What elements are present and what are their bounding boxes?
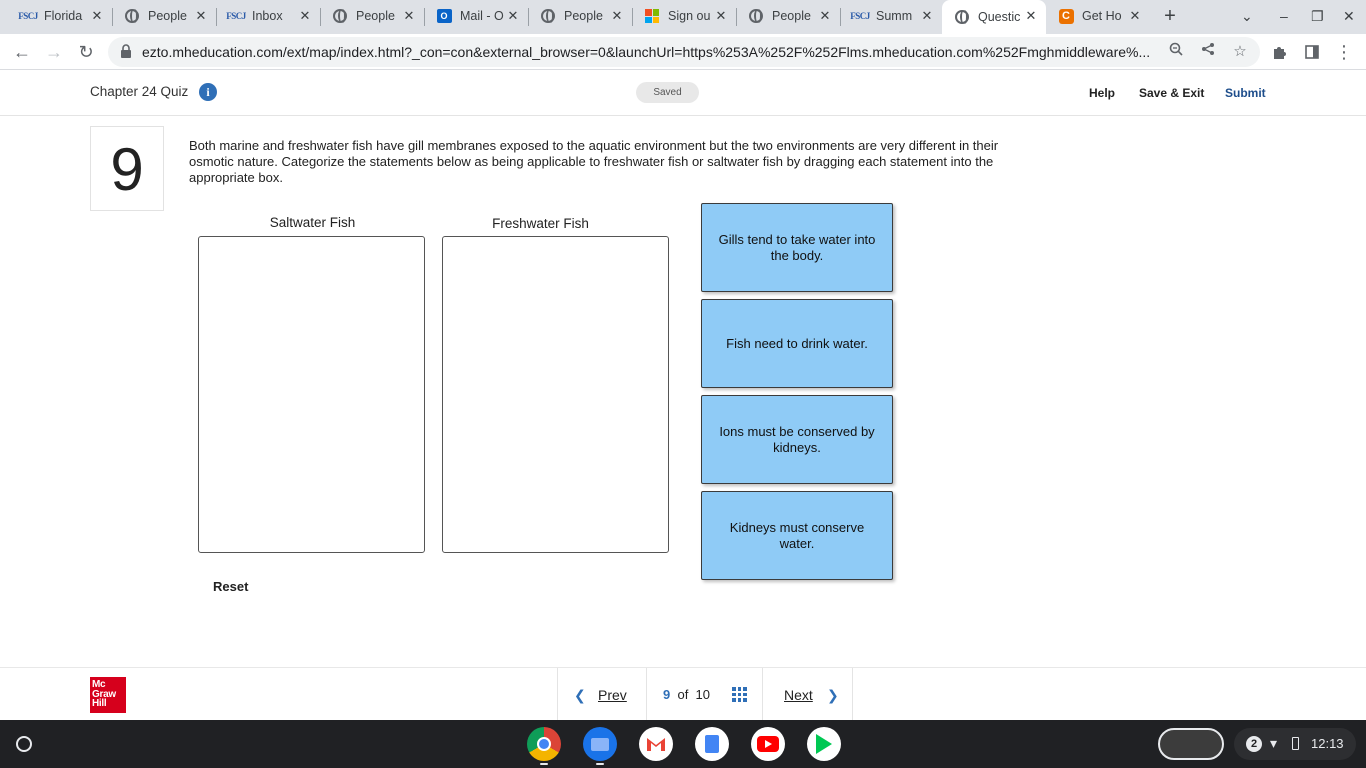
mcgraw-hill-logo: Mc Graw Hill (90, 677, 126, 713)
launcher-icon[interactable] (12, 732, 36, 756)
notification-badge: 2 (1246, 736, 1262, 752)
submit-button[interactable]: Submit (1225, 86, 1266, 100)
back-icon[interactable]: ← (10, 40, 34, 64)
close-icon[interactable]: ✕ (506, 9, 520, 23)
clock: 12:13 (1311, 736, 1344, 751)
tab-people-1[interactable]: People ✕ (112, 0, 217, 32)
menu-kebab-icon[interactable]: ⋮ (1332, 40, 1356, 64)
extensions-icon[interactable] (1268, 40, 1292, 64)
quiz-header: Chapter 24 Quiz i Saved Help Save & Exit… (0, 70, 1366, 116)
globe-icon (540, 8, 556, 24)
tab-summary[interactable]: FSCJ Summ ✕ (840, 0, 942, 32)
close-icon[interactable]: ✕ (1024, 9, 1038, 23)
tab-strip: FSCJ Florida ✕ People ✕ FSCJ Inbox ✕ Peo… (0, 0, 1366, 34)
running-indicator (540, 763, 548, 765)
tab-people-4[interactable]: People ✕ (736, 0, 841, 32)
fscj-icon: FSCJ (18, 11, 38, 21)
browser-toolbar: ← → ↻ ezto.mheducation.com/ext/map/index… (0, 34, 1366, 70)
question-number: 9 (90, 126, 164, 211)
page-count: 9 of 10 (663, 687, 711, 702)
tab-mail[interactable]: O Mail - O ✕ (424, 0, 529, 32)
close-icon[interactable]: ✕ (194, 9, 208, 23)
question-text: Both marine and freshwater fish have gil… (189, 138, 999, 185)
lock-icon (121, 44, 131, 58)
question-navigator: ❮ Prev 9 of 10 Next ❯ (557, 668, 853, 721)
restore-icon[interactable]: ❐ (1311, 8, 1324, 25)
chevron-right-icon: ❯ (827, 687, 839, 703)
close-icon[interactable]: ✕ (920, 9, 934, 23)
outlook-icon: O (436, 8, 452, 24)
microsoft-icon (644, 8, 660, 24)
docs-icon[interactable] (695, 727, 729, 761)
globe-icon (332, 8, 348, 24)
running-indicator (596, 763, 604, 765)
statement-card[interactable]: Gills tend to take water into the body. (701, 203, 893, 292)
close-icon[interactable]: ✕ (402, 9, 416, 23)
new-tab-icon[interactable]: + (1160, 6, 1180, 26)
files-icon[interactable] (583, 727, 617, 761)
youtube-icon[interactable] (751, 727, 785, 761)
chegg-icon: C (1058, 8, 1074, 24)
prev-button[interactable]: ❮ Prev (558, 668, 647, 721)
tab-florida[interactable]: FSCJ Florida ✕ (8, 0, 113, 32)
wifi-icon: ▾ (1270, 735, 1278, 751)
tab-question-active[interactable]: Questic ✕ (942, 0, 1046, 34)
save-exit-button[interactable]: Save & Exit (1139, 86, 1204, 100)
play-store-icon[interactable] (807, 727, 841, 761)
side-panel-icon[interactable] (1300, 40, 1324, 64)
share-icon[interactable] (1198, 42, 1218, 62)
quiz-title: Chapter 24 Quiz (90, 84, 189, 99)
next-label: Next (784, 687, 813, 703)
next-button[interactable]: Next ❯ (763, 668, 854, 721)
freshwater-box-label: Freshwater Fish (492, 216, 589, 231)
info-icon[interactable]: i (199, 83, 217, 101)
chrome-icon[interactable] (527, 727, 561, 761)
window-close-icon[interactable]: ✕ (1343, 8, 1355, 25)
fscj-icon: FSCJ (850, 11, 870, 21)
reload-icon[interactable]: ↻ (74, 40, 98, 64)
saltwater-box-label: Saltwater Fish (269, 215, 356, 230)
minimize-icon[interactable]: – (1280, 8, 1288, 24)
forward-icon[interactable]: → (42, 40, 66, 64)
zoom-icon[interactable] (1166, 42, 1186, 62)
close-icon[interactable]: ✕ (90, 9, 104, 23)
close-icon[interactable]: ✕ (298, 9, 312, 23)
os-shelf: 2 ▾ 12:13 (0, 720, 1366, 768)
help-link[interactable]: Help (1089, 86, 1115, 100)
statement-card[interactable]: Ions must be conserved by kidneys. (701, 395, 893, 484)
chevron-left-icon: ❮ (574, 687, 586, 703)
prev-label: Prev (598, 687, 627, 703)
close-icon[interactable]: ✕ (1128, 9, 1142, 23)
system-tray[interactable]: 2 ▾ 12:13 (1234, 728, 1356, 760)
gmail-icon[interactable] (639, 727, 673, 761)
tab-sign-out[interactable]: Sign ou ✕ (632, 0, 737, 32)
page-indicator[interactable]: 9 of 10 (647, 668, 763, 721)
saltwater-drop-zone[interactable] (198, 236, 425, 553)
fscj-icon: FSCJ (226, 11, 246, 21)
globe-icon (954, 9, 970, 25)
close-icon[interactable]: ✕ (714, 9, 728, 23)
tab-search-icon[interactable]: ⌄ (1241, 8, 1253, 25)
statement-card[interactable]: Fish need to drink water. (701, 299, 893, 388)
url-text: ezto.mheducation.com/ext/map/index.html?… (142, 44, 1151, 60)
reset-button[interactable]: Reset (213, 579, 248, 594)
statement-card[interactable]: Kidneys must conserve water. (701, 491, 893, 580)
tab-inbox[interactable]: FSCJ Inbox ✕ (216, 0, 321, 32)
phone-hub-icon[interactable] (1158, 728, 1224, 760)
battery-icon (1292, 737, 1299, 750)
quiz-footer: Mc Graw Hill ❮ Prev 9 of 10 Next ❯ (0, 667, 1366, 721)
tab-people-3[interactable]: People ✕ (528, 0, 633, 32)
globe-icon (748, 8, 764, 24)
tab-people-2[interactable]: People ✕ (320, 0, 425, 32)
freshwater-drop-zone[interactable] (442, 236, 669, 553)
tab-get-homework[interactable]: C Get Ho ✕ (1046, 0, 1150, 32)
close-icon[interactable]: ✕ (610, 9, 624, 23)
bookmark-star-icon[interactable]: ☆ (1230, 42, 1250, 62)
close-icon[interactable]: ✕ (818, 9, 832, 23)
saved-status-badge: Saved (636, 82, 699, 103)
globe-icon (124, 8, 140, 24)
address-bar[interactable]: ezto.mheducation.com/ext/map/index.html?… (108, 37, 1260, 67)
grid-icon (732, 687, 747, 702)
